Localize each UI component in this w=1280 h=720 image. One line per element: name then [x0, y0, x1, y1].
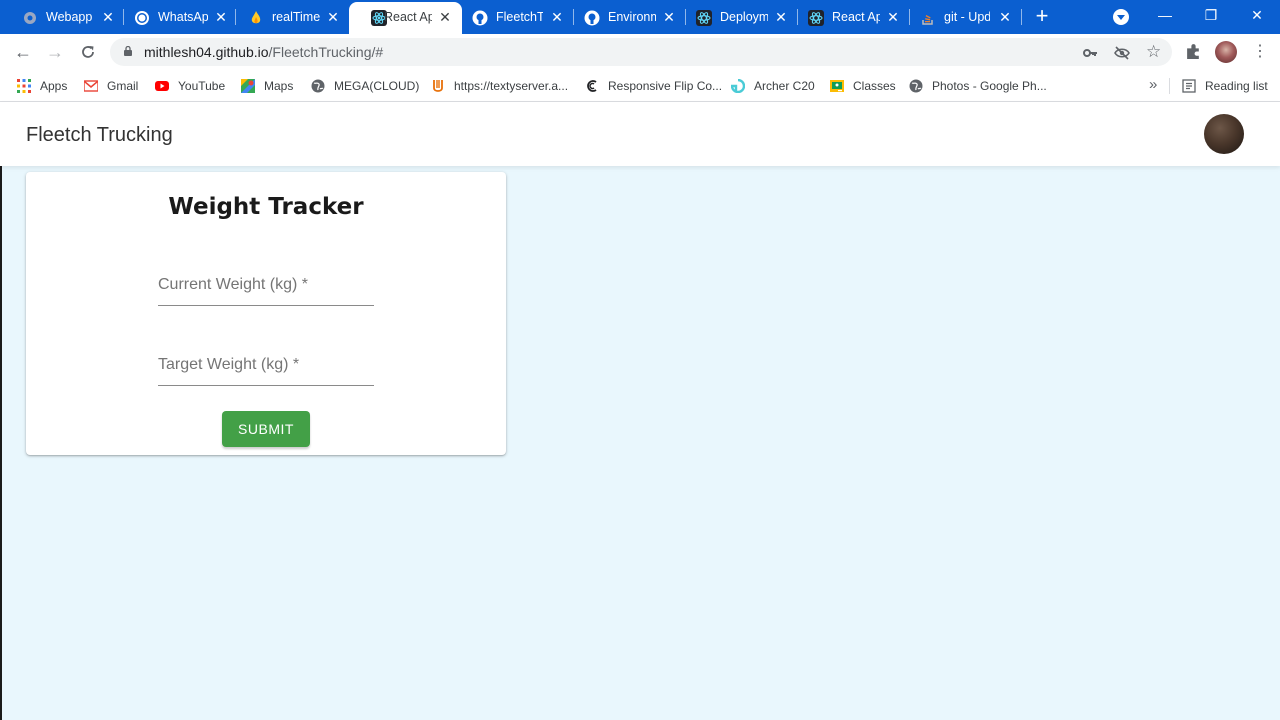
lock-icon[interactable] [124, 46, 132, 56]
tab-strip: Webapp ✕ WhatsApp ✕ realTime ✕ React App… [0, 0, 1280, 34]
window-close-icon[interactable]: ✕ [1247, 5, 1267, 25]
bookmark-label: Apps [40, 79, 68, 93]
bookmarks-bar: Apps Gmail YouTube Maps MEGA(CLOUD) http… [0, 70, 1280, 102]
bookmark-mega[interactable]: MEGA(CLOUD) [311, 77, 419, 95]
codepen-icon [587, 80, 597, 92]
tab-title: git - Update [944, 10, 990, 24]
tab-environment-github[interactable]: Environment ✕ [562, 0, 686, 34]
tab-title: React App [832, 10, 880, 24]
more-bookmarks-icon[interactable]: » [1149, 76, 1157, 93]
react-favicon [808, 10, 824, 26]
current-weight-field[interactable]: Current Weight (kg) * [158, 266, 374, 306]
current-weight-input[interactable] [158, 266, 374, 305]
bookmark-label: Maps [264, 79, 294, 93]
bookmark-classes[interactable]: Classes [830, 77, 896, 95]
flame-favicon [251, 11, 261, 24]
tab-git-update[interactable]: git - Update ✕ [898, 0, 1022, 34]
user-avatar[interactable] [1204, 114, 1244, 154]
globe-icon [909, 79, 923, 93]
bookmark-label: Photos - Google Ph... [932, 79, 1047, 93]
tab-react-app-active[interactable]: React App ✕ [349, 2, 462, 34]
restore-icon[interactable]: ❐ [1201, 5, 1221, 25]
tplink-icon [731, 79, 745, 93]
close-tab-icon[interactable]: ✕ [325, 9, 341, 25]
target-weight-field[interactable]: Target Weight (kg) * [158, 346, 374, 386]
browser-toolbar: ← → mithlesh04.github.io/FleetchTrucking… [0, 34, 1280, 70]
globe-icon [311, 79, 325, 93]
gear-favicon [24, 12, 36, 24]
window-edge [0, 166, 2, 720]
tab-title: realTime [272, 10, 320, 24]
reading-list-label: Reading list [1205, 79, 1268, 93]
reload-icon[interactable] [79, 43, 97, 61]
bookmark-apps[interactable]: Apps [17, 77, 67, 95]
bookmark-label: Responsive Flip Co... [608, 79, 723, 93]
new-tab-icon[interactable]: + [1032, 5, 1052, 27]
url-host: mithlesh04.github.io [144, 44, 269, 60]
bookmark-label: YouTube [178, 79, 226, 93]
url-text: mithlesh04.github.io/FleetchTrucking/# [144, 44, 383, 60]
maps-icon [241, 79, 255, 93]
close-tab-icon[interactable]: ✕ [997, 9, 1013, 25]
bookmark-label: MEGA(CLOUD) [334, 79, 420, 93]
extensions-icon[interactable] [1185, 43, 1202, 60]
bookmark-star-icon[interactable]: ☆ [1146, 42, 1161, 62]
bookmark-gmail[interactable]: Gmail [84, 77, 138, 95]
minimize-icon[interactable]: — [1155, 5, 1175, 25]
tab-separator [1021, 9, 1022, 25]
bookmark-textyserver[interactable]: https://textyserver.a... [431, 77, 568, 95]
tab-realtime[interactable]: realTime ✕ [226, 0, 348, 34]
key-icon[interactable] [1082, 45, 1098, 61]
tab-title: Deployment [720, 10, 768, 24]
texty-icon [433, 80, 443, 92]
submit-button[interactable]: SUBMIT [222, 411, 310, 447]
tab-whatsapp[interactable]: WhatsApp ✕ [112, 0, 236, 34]
github-favicon [584, 10, 600, 26]
github-favicon [472, 10, 488, 26]
tab-title: WhatsApp [158, 10, 208, 24]
back-icon[interactable]: ← [12, 41, 34, 63]
bookmark-archer[interactable]: Archer C20 [731, 77, 815, 95]
menu-kebab-icon[interactable]: ⋮ [1252, 42, 1268, 62]
gmail-icon [84, 80, 98, 92]
tab-deployment[interactable]: Deployment ✕ [674, 0, 798, 34]
bookmark-maps[interactable]: Maps [241, 77, 293, 95]
tab-fleetchtrucking-github[interactable]: FleetchTrucking ✕ [450, 0, 574, 34]
bookmark-youtube[interactable]: YouTube [155, 77, 225, 95]
app-header: Fleetch Trucking [0, 102, 1280, 166]
classroom-icon [830, 80, 844, 92]
profile-avatar[interactable] [1215, 41, 1237, 63]
youtube-icon [155, 81, 169, 91]
tab-webapp[interactable]: Webapp ✕ [0, 0, 124, 34]
tab-search-icon[interactable] [1113, 9, 1129, 25]
target-weight-input[interactable] [158, 346, 374, 385]
reading-list-icon [1182, 79, 1196, 93]
tab-title: Webapp [46, 10, 92, 24]
tab-title: FleetchTrucking [496, 10, 543, 24]
forward-icon[interactable]: → [44, 41, 66, 63]
tab-title: Environment [608, 10, 656, 24]
bookmark-label: Archer C20 [754, 79, 815, 93]
eye-slash-icon[interactable] [1114, 45, 1130, 61]
bookmarks-divider [1169, 78, 1170, 94]
tab-title: React App [384, 10, 432, 24]
bookmark-responsive-flip[interactable]: Responsive Flip Co... [585, 77, 722, 95]
bookmark-label: Gmail [107, 79, 139, 93]
brand-title[interactable]: Fleetch Trucking [26, 124, 173, 147]
weight-tracker-card: Weight Tracker Current Weight (kg) * Tar… [26, 172, 506, 455]
reading-list-button[interactable]: Reading list [1182, 77, 1268, 95]
bookmark-google-photos[interactable]: Photos - Google Ph... [909, 77, 1047, 95]
card-title: Weight Tracker [168, 194, 364, 220]
react-favicon [696, 10, 712, 26]
address-bar[interactable]: mithlesh04.github.io/FleetchTrucking/# ☆ [110, 38, 1172, 66]
bookmark-label: https://textyserver.a... [454, 79, 569, 93]
apps-grid-icon [17, 79, 31, 93]
url-path: /FleetchTrucking/# [268, 44, 384, 60]
bookmark-label: Classes [853, 79, 896, 93]
stackoverflow-favicon [922, 15, 933, 25]
tab-react-app[interactable]: React App ✕ [786, 0, 910, 34]
whatsapp-favicon [135, 11, 149, 25]
